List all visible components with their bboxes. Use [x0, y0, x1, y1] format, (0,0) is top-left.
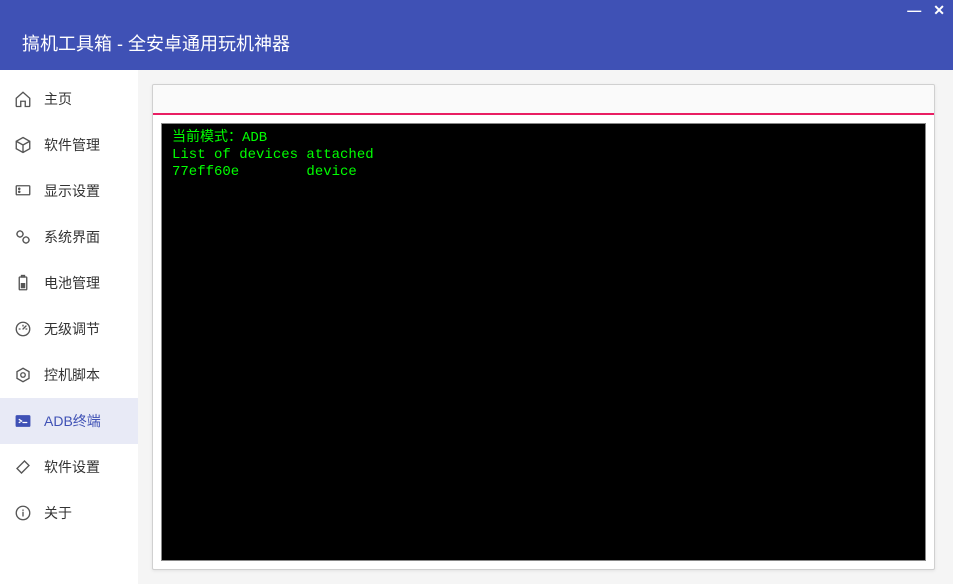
- cube-icon: [14, 136, 32, 154]
- sidebar-item-home[interactable]: 主页: [0, 76, 138, 122]
- info-icon: [14, 504, 32, 522]
- sidebar-item-battery[interactable]: 电池管理: [0, 260, 138, 306]
- sidebar-item-system-ui[interactable]: 系统界面: [0, 214, 138, 260]
- sidebar-item-label: 无级调节: [44, 319, 100, 339]
- sidebar-item-label: 软件设置: [44, 457, 100, 477]
- sidebar-item-label: 关于: [44, 503, 72, 523]
- sidebar-item-adb-terminal[interactable]: ADB终端: [0, 398, 138, 444]
- sidebar-item-label: 系统界面: [44, 227, 100, 247]
- sidebar-item-label: 显示设置: [44, 181, 100, 201]
- sidebar-item-settings[interactable]: 软件设置: [0, 444, 138, 490]
- sidebar-item-software[interactable]: 软件管理: [0, 122, 138, 168]
- minimize-button[interactable]: —: [907, 3, 921, 17]
- display-icon: [14, 182, 32, 200]
- sidebar-item-label: 电池管理: [44, 273, 100, 293]
- titlebar[interactable]: — ✕: [0, 0, 953, 20]
- terminal-output[interactable]: 当前模式：ADB List of devices attached 77eff6…: [161, 123, 926, 561]
- sidebar-item-label: 主页: [44, 89, 72, 109]
- terminal-card: 当前模式：ADB List of devices attached 77eff6…: [152, 84, 935, 570]
- app-title: 搞机工具箱 - 全安卓通用玩机神器: [22, 34, 290, 54]
- terminal-icon: [14, 412, 32, 430]
- content-area: 当前模式：ADB List of devices attached 77eff6…: [138, 70, 953, 584]
- home-icon: [14, 90, 32, 108]
- app-header: 搞机工具箱 - 全安卓通用玩机神器: [0, 20, 953, 70]
- terminal-container: 当前模式：ADB List of devices attached 77eff6…: [153, 115, 934, 569]
- sidebar-item-about[interactable]: 关于: [0, 490, 138, 536]
- sidebar-item-label: 控机脚本: [44, 365, 100, 385]
- sidebar: 主页 软件管理 显示设置 系统界面 电池管理: [0, 70, 138, 584]
- sidebar-item-display[interactable]: 显示设置: [0, 168, 138, 214]
- sidebar-item-label: ADB终端: [44, 411, 101, 431]
- sidebar-item-sleepless[interactable]: 无级调节: [0, 306, 138, 352]
- gauge-icon: [14, 320, 32, 338]
- hexagon-icon: [14, 366, 32, 384]
- sidebar-item-scripts[interactable]: 控机脚本: [0, 352, 138, 398]
- close-button[interactable]: ✕: [933, 3, 945, 17]
- sidebar-item-label: 软件管理: [44, 135, 100, 155]
- tools-icon: [14, 458, 32, 476]
- card-header-strip: [153, 85, 934, 115]
- gears-icon: [14, 228, 32, 246]
- battery-icon: [14, 274, 32, 292]
